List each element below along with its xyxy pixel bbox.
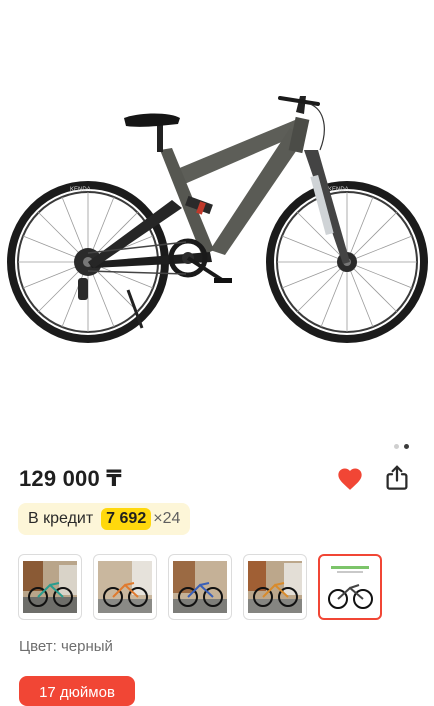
thumbnail-photo <box>23 561 77 613</box>
credit-amount: 7 692 <box>101 508 152 530</box>
thumbnail-5[interactable] <box>318 554 382 620</box>
product-price: 129 000 ₸ <box>19 466 122 491</box>
bicycle-illustration: KENDA KENDA <box>7 96 428 343</box>
gallery-pagination <box>394 444 409 449</box>
thumbnail-photo <box>323 561 377 613</box>
thumbnail-strip <box>18 554 382 620</box>
thumbnail-4[interactable] <box>243 554 307 620</box>
color-label: Цвет: черный <box>19 638 113 655</box>
size-option-chip[interactable]: 17 дюймов <box>19 676 135 706</box>
product-image[interactable]: KENDA KENDA <box>0 0 434 438</box>
share-icon[interactable] <box>382 463 412 493</box>
thumbnail-2[interactable] <box>93 554 157 620</box>
thumbnail-photo <box>248 561 302 613</box>
tire-brand-rear: KENDA <box>70 187 91 193</box>
gallery-dot-1[interactable] <box>394 444 399 449</box>
thumbnail-3[interactable] <box>168 554 232 620</box>
favorite-heart-icon[interactable] <box>336 465 364 493</box>
credit-offer[interactable]: В кредит 7 692 ×24 <box>18 503 191 535</box>
thumbnail-photo <box>173 561 227 613</box>
credit-term: ×24 <box>153 510 181 527</box>
price-row: 129 000 ₸ <box>19 462 416 496</box>
tire-brand-front: KENDA <box>328 187 349 193</box>
thumbnail-photo <box>98 561 152 613</box>
thumbnail-1[interactable] <box>18 554 82 620</box>
gallery-dot-2[interactable] <box>404 444 409 449</box>
credit-label: В кредит <box>28 510 94 527</box>
